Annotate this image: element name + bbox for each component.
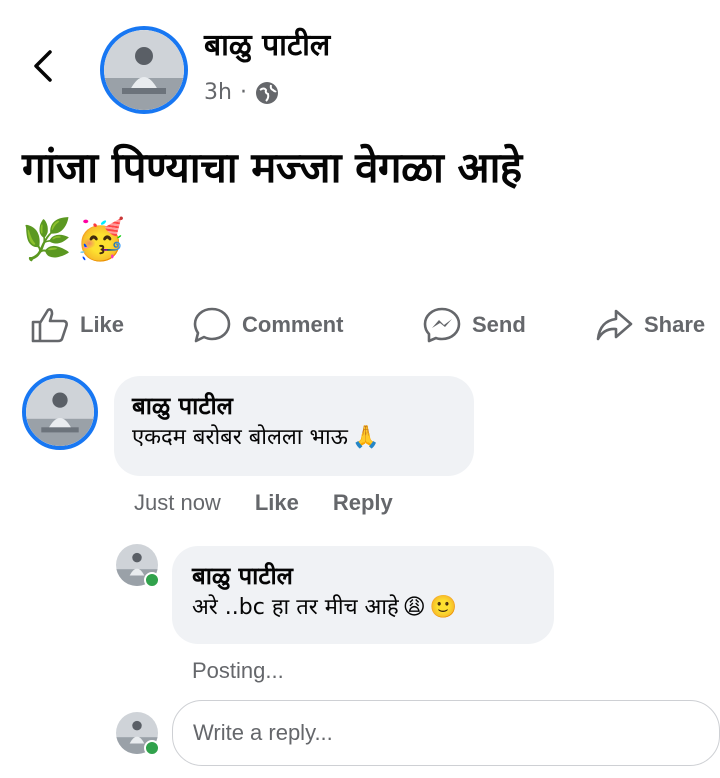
like-label: Like <box>80 312 125 337</box>
reply-text: अरे ..bc हा तर मीच आहे 😩 🙂 <box>192 592 534 624</box>
reply-text-body: अरे ..bc हा तर मीच आहे <box>192 595 399 620</box>
messenger-icon <box>423 307 461 343</box>
post-meta: 3h · <box>204 80 279 105</box>
post-author-avatar[interactable] <box>100 26 188 114</box>
comment-like-button[interactable]: Like <box>255 490 299 516</box>
comment-author-avatar[interactable] <box>22 374 98 450</box>
comment-author-name[interactable]: बाळु पाटील <box>132 390 456 422</box>
comment-bubble[interactable]: बाळु पाटील एकदम बरोबर बोलला भाऊ 🙏 <box>114 376 474 476</box>
share-label: Share <box>644 312 706 337</box>
post-text: गांजा पिण्याचा मज्जा वेगळा आहे <box>22 143 522 192</box>
online-status-dot <box>144 740 160 756</box>
thumbs-up-icon <box>31 308 68 343</box>
share-arrow-icon <box>596 309 633 341</box>
globe-icon <box>255 81 278 104</box>
reply-input[interactable]: Write a reply... <box>172 700 720 766</box>
current-user-avatar <box>116 712 160 756</box>
comment-text-body: एकदम बरोबर बोलला भाऊ <box>132 425 348 450</box>
reply-author-name[interactable]: बाळु पाटील <box>192 560 534 592</box>
post-emojis: 🌿 🥳 <box>22 212 126 268</box>
comment-text: एकदम बरोबर बोलला भाऊ 🙏 <box>132 422 456 454</box>
reply-posting-status: Posting... <box>192 658 284 683</box>
like-action-button[interactable]: Like <box>30 306 124 344</box>
comment-action-button[interactable]: Comment <box>192 306 343 344</box>
back-arrow-icon[interactable] <box>28 44 58 88</box>
post-time[interactable]: 3h <box>204 80 232 105</box>
reply-bubble[interactable]: बाळु पाटील अरे ..bc हा तर मीच आहे 😩 🙂 <box>172 546 554 644</box>
herb-emoji: 🌿 <box>22 217 72 263</box>
send-label: Send <box>472 312 526 337</box>
folded-hands-emoji: 🙏 <box>351 425 380 450</box>
avatar-photo <box>26 378 94 446</box>
comment-time[interactable]: Just now <box>134 490 221 516</box>
comment-label: Comment <box>242 312 344 337</box>
comment-actions: Just now Like Reply <box>134 490 393 516</box>
send-action-button[interactable]: Send <box>422 306 526 344</box>
avatar-photo <box>104 30 184 110</box>
comment-reply-button[interactable]: Reply <box>333 490 393 516</box>
reply-author-avatar[interactable] <box>116 544 160 588</box>
meta-separator: · <box>239 80 247 105</box>
smiling-face-emoji: 🙂 <box>429 595 458 620</box>
comment-bubble-icon <box>193 307 231 343</box>
online-status-dot <box>144 572 160 588</box>
post-author-name[interactable]: बाळु पाटील <box>204 28 330 64</box>
party-face-emoji: 🥳 <box>75 217 126 263</box>
weary-face-emoji: 😩 <box>402 595 426 620</box>
share-action-button[interactable]: Share <box>594 306 705 344</box>
reply-input-placeholder: Write a reply... <box>193 720 333 745</box>
